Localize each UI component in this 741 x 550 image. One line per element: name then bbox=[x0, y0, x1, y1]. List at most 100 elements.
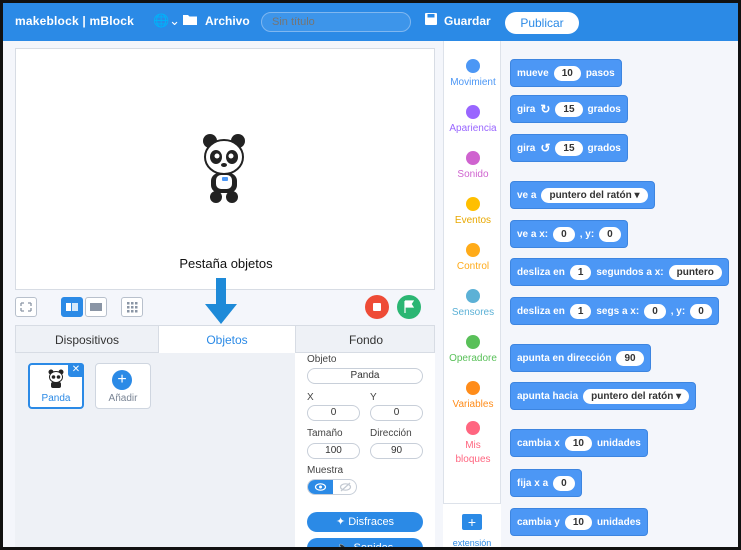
normal-stage-icon[interactable] bbox=[85, 297, 107, 317]
globe-icon[interactable]: 🌐⌄ bbox=[153, 13, 180, 29]
costumes-label: Disfraces bbox=[348, 516, 395, 528]
category-variables[interactable]: Variables bbox=[444, 381, 502, 410]
stop-button[interactable] bbox=[365, 295, 389, 319]
block-text: cambia y bbox=[517, 516, 560, 528]
block-input[interactable]: 15 bbox=[555, 140, 583, 156]
tamano-label: Tamaño bbox=[307, 428, 343, 439]
block-text: ve a bbox=[517, 189, 537, 201]
panda-thumbnail-icon bbox=[48, 369, 64, 388]
add-extension-icon[interactable]: + bbox=[462, 514, 482, 530]
category-events[interactable]: Eventos bbox=[444, 197, 502, 226]
block-input[interactable]: 0 bbox=[553, 226, 575, 242]
motion-dot-icon bbox=[466, 59, 480, 73]
rotate-right-icon: ↻ bbox=[540, 102, 551, 116]
visibility-toggle[interactable] bbox=[307, 479, 357, 495]
block-dropdown[interactable]: puntero bbox=[668, 264, 722, 280]
tab-objetos[interactable]: Objetos bbox=[158, 326, 296, 354]
save-button[interactable]: Guardar bbox=[444, 14, 491, 28]
block-glide-to-xy[interactable]: desliza en 1 segs a x: 0 , y: 0 bbox=[510, 297, 719, 325]
stage-caption: Pestaña objetos bbox=[179, 256, 273, 271]
add-icon[interactable]: + bbox=[112, 370, 132, 390]
block-text: apunta hacia bbox=[517, 390, 579, 402]
extension-area: + extensión bbox=[443, 503, 501, 547]
tab-bar: Dispositivos Objetos Fondo bbox=[15, 325, 436, 354]
block-categories: Movimient Apariencia Sonido Eventos Cont… bbox=[443, 41, 502, 547]
save-icon[interactable] bbox=[425, 13, 437, 25]
block-input[interactable]: 0 bbox=[644, 303, 666, 319]
category-control[interactable]: Control bbox=[444, 243, 502, 272]
stage-canvas[interactable]: Pestaña objetos bbox=[15, 48, 435, 290]
objeto-label: Objeto bbox=[307, 354, 337, 365]
block-input[interactable]: 90 bbox=[616, 350, 644, 366]
folder-icon[interactable] bbox=[183, 14, 197, 25]
publish-button[interactable]: Publicar bbox=[505, 12, 579, 34]
size-field[interactable]: 100 bbox=[307, 443, 360, 459]
costumes-button[interactable]: ✦ Disfraces bbox=[307, 512, 423, 532]
block-input[interactable]: 0 bbox=[690, 303, 712, 319]
extension-label[interactable]: extensión bbox=[443, 538, 501, 547]
x-field[interactable]: 0 bbox=[307, 405, 360, 421]
tab-fondo[interactable]: Fondo bbox=[296, 326, 436, 354]
block-go-to-xy[interactable]: ve a x: 0 , y: 0 bbox=[510, 220, 628, 248]
block-input[interactable]: 10 bbox=[553, 65, 581, 81]
block-text: gira bbox=[517, 142, 536, 154]
panda-sprite[interactable] bbox=[202, 133, 246, 207]
block-input[interactable]: 1 bbox=[569, 264, 592, 280]
block-turn-right[interactable]: gira ↻ 15 grados bbox=[510, 95, 628, 123]
block-input[interactable]: 10 bbox=[564, 435, 592, 451]
block-move-steps[interactable]: mueve 10 pasos bbox=[510, 59, 622, 87]
block-change-x[interactable]: cambia x 10 unidades bbox=[510, 429, 648, 457]
block-text: desliza en bbox=[517, 266, 565, 278]
block-input[interactable]: 0 bbox=[599, 226, 621, 242]
category-operators[interactable]: Operadore bbox=[444, 335, 502, 364]
block-text: grados bbox=[587, 142, 621, 154]
grid-view-icon[interactable] bbox=[121, 297, 143, 317]
block-input[interactable]: 10 bbox=[564, 514, 592, 530]
delete-sprite-icon[interactable]: ✕ bbox=[68, 363, 84, 377]
block-dropdown[interactable]: puntero del ratón ▾ bbox=[541, 187, 648, 203]
events-dot-icon bbox=[466, 197, 480, 211]
category-sensing[interactable]: Sensores bbox=[444, 289, 502, 318]
operators-dot-icon bbox=[466, 335, 480, 349]
control-dot-icon bbox=[466, 243, 480, 257]
block-text: gira bbox=[517, 103, 536, 115]
category-label: Movimient bbox=[450, 77, 496, 88]
block-text: ve a x: bbox=[517, 228, 549, 240]
block-text: , y: bbox=[579, 228, 595, 240]
category-looks[interactable]: Apariencia bbox=[444, 105, 502, 134]
block-glide-to[interactable]: desliza en 1 segundos a x: puntero bbox=[510, 258, 729, 286]
show-eye-icon[interactable] bbox=[308, 480, 333, 494]
block-dropdown[interactable]: puntero del ratón ▾ bbox=[583, 388, 690, 404]
category-sound[interactable]: Sonido bbox=[444, 151, 502, 180]
block-text: cambia x bbox=[517, 437, 560, 449]
block-input[interactable]: 15 bbox=[555, 101, 583, 117]
small-stage-icon[interactable] bbox=[61, 297, 83, 317]
block-change-y[interactable]: cambia y 10 unidades bbox=[510, 508, 648, 536]
block-go-to[interactable]: ve a puntero del ratón ▾ bbox=[510, 181, 655, 209]
block-input[interactable]: 0 bbox=[553, 475, 575, 491]
category-label: Sensores bbox=[451, 307, 495, 318]
block-turn-left[interactable]: gira ↺ 15 grados bbox=[510, 134, 628, 162]
category-my-blocks[interactable]: Mis bloques bbox=[444, 421, 502, 467]
sounds-button[interactable]: 🔈 Sonidos bbox=[307, 538, 423, 547]
y-field[interactable]: 0 bbox=[370, 405, 423, 421]
top-bar: makeblock | mBlock 🌐⌄ Archivo Guardar Pu… bbox=[3, 3, 738, 41]
tab-dispositivos[interactable]: Dispositivos bbox=[16, 326, 158, 354]
archivo-menu[interactable]: Archivo bbox=[205, 14, 250, 28]
block-text: mueve bbox=[517, 67, 549, 79]
hide-eye-icon[interactable] bbox=[333, 480, 358, 494]
sprite-name-field[interactable]: Panda bbox=[307, 368, 423, 384]
block-input[interactable]: 1 bbox=[569, 303, 592, 319]
block-point-towards[interactable]: apunta hacia puntero del ratón ▾ bbox=[510, 382, 697, 410]
green-flag-button[interactable] bbox=[397, 295, 421, 319]
block-point-direction[interactable]: apunta en dirección 90 bbox=[510, 344, 651, 372]
brand-logo: makeblock | mBlock bbox=[15, 14, 135, 28]
variables-dot-icon bbox=[466, 381, 480, 395]
category-label: Control bbox=[456, 261, 490, 272]
block-set-x[interactable]: fija x a 0 bbox=[510, 469, 582, 497]
project-title-input[interactable] bbox=[261, 12, 411, 32]
direction-field[interactable]: 90 bbox=[370, 443, 423, 459]
category-motion[interactable]: Movimient bbox=[444, 59, 502, 88]
category-label: Operadore bbox=[449, 353, 497, 364]
fullscreen-icon[interactable] bbox=[15, 297, 37, 317]
